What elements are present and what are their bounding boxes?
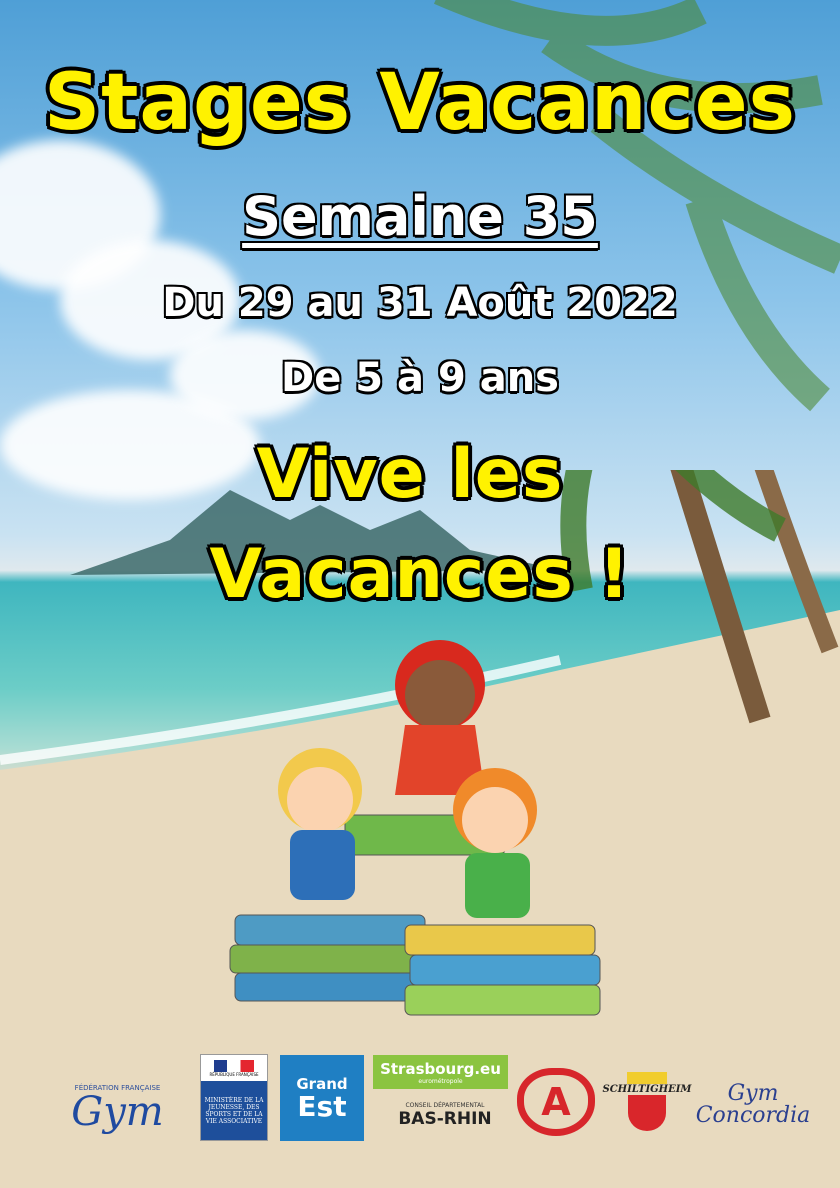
week: Semaine 35 xyxy=(242,185,598,248)
title: Stages Vacances xyxy=(43,58,797,148)
grand-est-logo: Grand Est xyxy=(280,1055,364,1141)
children-on-books-illustration xyxy=(229,640,601,1016)
slogan-line1: Vive les xyxy=(256,435,564,514)
gym-concordia-logo: Gym Concordia xyxy=(695,1081,811,1128)
strasbourg-logo: Strasbourg.eu eurométropole xyxy=(373,1055,508,1089)
ages: De 5 à 9 ans xyxy=(281,355,559,401)
ffgym-logo: FÉDÉRATION FRANÇAISE Gym xyxy=(71,1083,164,1135)
poster: Stages Vacances Semaine 35 Du 29 au 31 A… xyxy=(0,0,840,1188)
schiltigheim-logo: SCHILTIGHEIM xyxy=(598,1062,696,1140)
bas-rhin-logo: CONSEIL DÉPARTEMENTAL BAS-RHIN xyxy=(398,1101,492,1129)
slogan-line2: Vacances ! xyxy=(209,535,631,614)
alsace-logo: A xyxy=(517,1068,595,1136)
ministere-logo: RÉPUBLIQUE FRANÇAISE MINISTÈRE DE LA JEU… xyxy=(200,1054,268,1141)
dates: Du 29 au 31 Août 2022 xyxy=(162,280,678,326)
